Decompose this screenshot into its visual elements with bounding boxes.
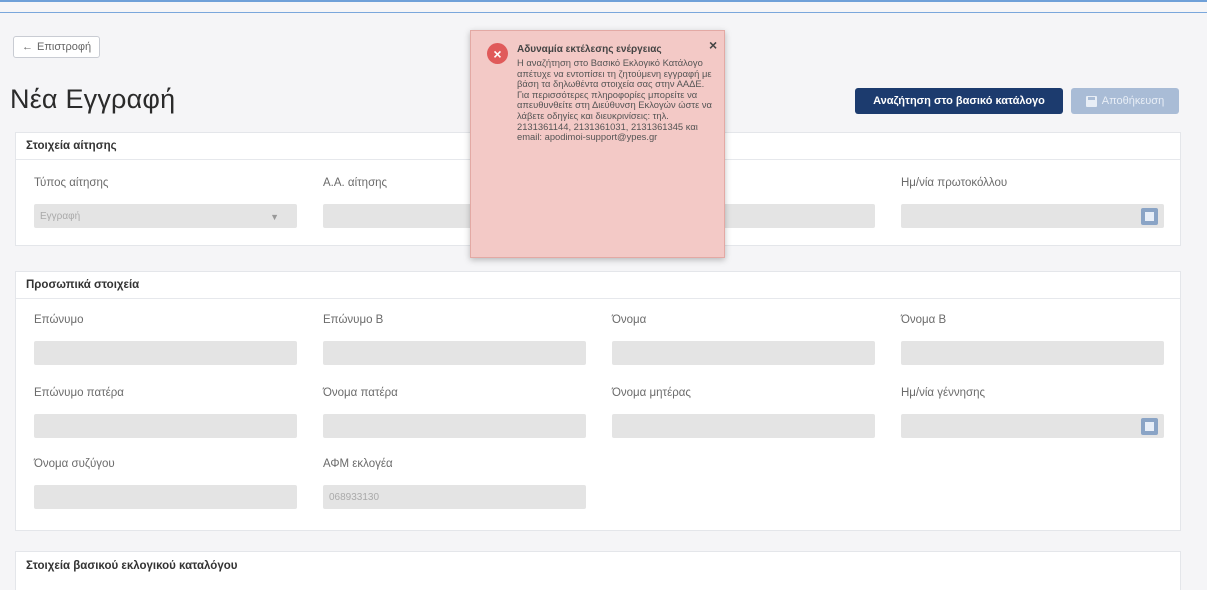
header-divider — [0, 12, 1207, 13]
afm-field: ΑΦΜ εκλογέα 068933130 — [323, 458, 586, 509]
close-icon[interactable]: × — [709, 37, 717, 53]
chevron-down-icon: ▼ — [270, 212, 279, 222]
application-type-field: Τύπος αίτησης Εγγραφή ▼ — [34, 177, 297, 228]
catalog-section-title: Στοιχεία βασικού εκλογικού καταλόγου — [26, 560, 238, 572]
birth-date-input[interactable] — [901, 414, 1164, 438]
surname-b-field: Επώνυμο Β — [323, 314, 586, 365]
save-button[interactable]: Αποθήκευση — [1071, 88, 1179, 114]
birth-date-field: Ημ/νία γέννησης — [901, 387, 1164, 438]
protocol-date-label: Ημ/νία πρωτοκόλλου — [901, 177, 1008, 189]
error-message: Η αναζήτηση στο Βασικό Εκλογικό Κατάλογο… — [517, 57, 712, 143]
error-toast: × Αδυναμία εκτέλεσης ενέργειας × Η αναζή… — [470, 30, 725, 258]
spouse-name-field: Όνομα συζύγου — [34, 458, 297, 509]
mother-name-label: Όνομα μητέρας — [612, 387, 691, 399]
mother-name-field: Όνομα μητέρας — [612, 387, 875, 438]
afm-value: 068933130 — [329, 491, 380, 503]
surname-b-input[interactable] — [323, 341, 586, 365]
surname-field: Επώνυμο — [34, 314, 297, 365]
name-input[interactable] — [612, 341, 875, 365]
father-surname-label: Επώνυμο πατέρα — [34, 387, 124, 399]
back-button-label: Επιστροφή — [37, 41, 92, 53]
spouse-name-input[interactable] — [34, 485, 297, 509]
error-title: Αδυναμία εκτέλεσης ενέργειας — [517, 44, 662, 55]
father-name-input[interactable] — [323, 414, 586, 438]
father-name-field: Όνομα πατέρα — [323, 387, 586, 438]
catalog-details-panel: Στοιχεία βασικού εκλογικού καταλόγου — [15, 551, 1181, 590]
window-top-border — [0, 0, 1207, 2]
calendar-icon[interactable] — [1141, 418, 1158, 435]
birth-date-label: Ημ/νία γέννησης — [901, 387, 986, 399]
surname-label: Επώνυμο — [34, 314, 84, 326]
save-icon — [1085, 95, 1097, 107]
mother-name-input[interactable] — [612, 414, 875, 438]
name-b-input[interactable] — [901, 341, 1164, 365]
surname-input[interactable] — [34, 341, 297, 365]
father-name-label: Όνομα πατέρα — [323, 387, 398, 399]
father-surname-input[interactable] — [34, 414, 297, 438]
father-surname-field: Επώνυμο πατέρα — [34, 387, 297, 438]
protocol-date-input[interactable] — [901, 204, 1164, 228]
personal-details-panel: Προσωπικά στοιχεία Επώνυμο Επώνυμο Β Όνο… — [15, 271, 1181, 531]
personal-section-title: Προσωπικά στοιχεία — [16, 272, 1180, 299]
back-button[interactable]: ← Επιστροφή — [13, 36, 101, 58]
save-button-label: Αποθήκευση — [1101, 95, 1165, 107]
afm-input[interactable]: 068933130 — [323, 485, 586, 509]
page-title: Νέα Εγγραφή — [10, 84, 176, 114]
name-b-label: Όνομα Β — [901, 314, 947, 326]
application-type-value: Εγγραφή — [40, 210, 81, 222]
search-catalog-button[interactable]: Αναζήτηση στο βασικό κατάλογο — [855, 88, 1063, 114]
afm-label: ΑΦΜ εκλογέα — [323, 458, 393, 470]
name-b-field: Όνομα Β — [901, 314, 1164, 365]
application-type-label: Τύπος αίτησης — [34, 177, 109, 189]
arrow-left-icon: ← — [22, 41, 33, 53]
application-type-select[interactable]: Εγγραφή ▼ — [34, 204, 297, 228]
calendar-icon[interactable] — [1141, 208, 1158, 225]
surname-b-label: Επώνυμο Β — [323, 314, 384, 326]
error-icon: × — [487, 43, 508, 64]
protocol-date-field: Ημ/νία πρωτοκόλλου — [901, 177, 1164, 228]
spouse-name-label: Όνομα συζύγου — [34, 458, 115, 470]
name-field: Όνομα — [612, 314, 875, 365]
name-label: Όνομα — [612, 314, 647, 326]
